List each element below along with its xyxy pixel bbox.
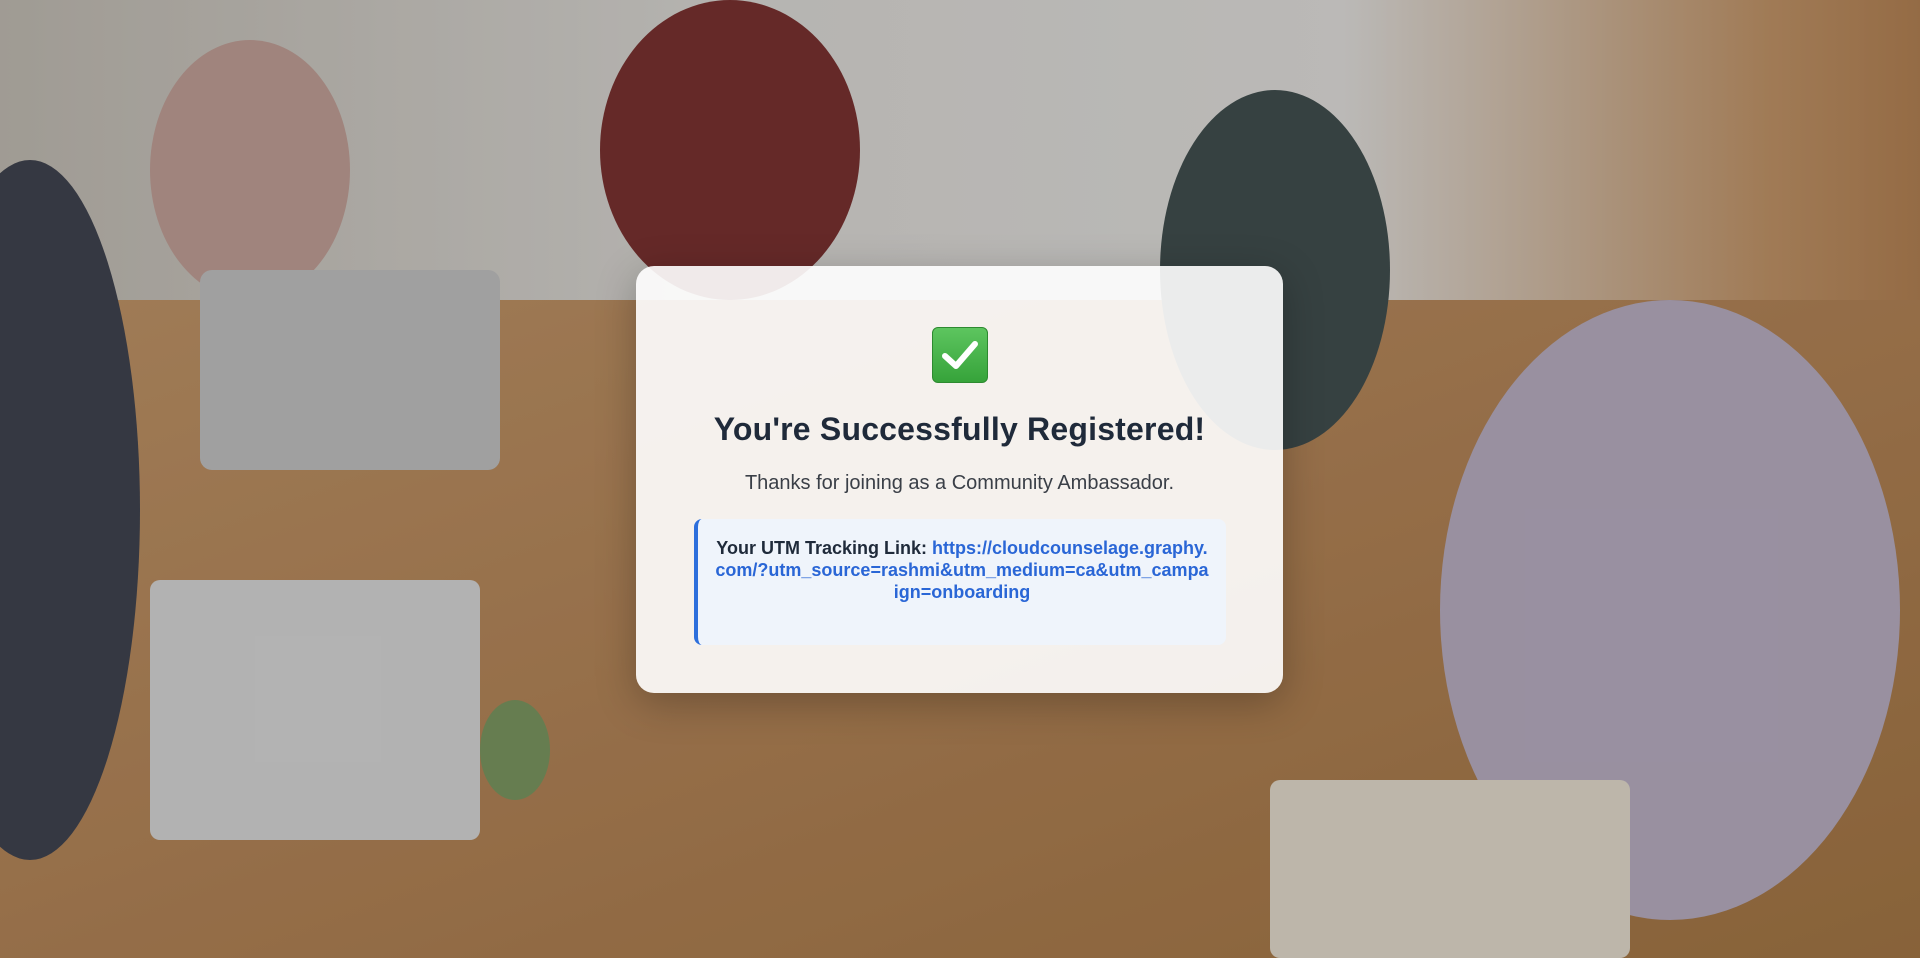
success-subtitle: Thanks for joining as a Community Ambass…	[744, 472, 1175, 494]
success-title: You're Successfully Registered!	[713, 411, 1206, 447]
check-mark-icon	[932, 327, 988, 383]
registration-success-modal: You're Successfully Registered! Thanks f…	[636, 266, 1283, 693]
utm-label: Your UTM Tracking Link:	[716, 538, 932, 558]
utm-link-box: Your UTM Tracking Link: https://cloudcou…	[694, 519, 1226, 645]
